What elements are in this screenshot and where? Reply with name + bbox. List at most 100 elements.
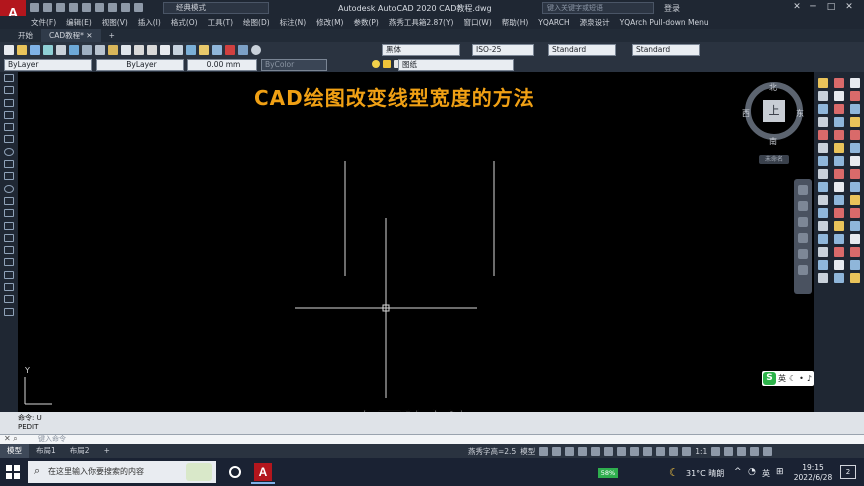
steering-wheel-icon[interactable] <box>798 185 808 195</box>
isodraft-icon[interactable] <box>591 447 601 456</box>
region-icon[interactable] <box>4 270 14 279</box>
navbar-settings-icon[interactable] <box>798 265 808 275</box>
close-tab-icon[interactable]: ✕ <box>86 31 92 40</box>
tool-y-icon[interactable] <box>850 182 860 192</box>
login-button[interactable]: 登录 <box>664 3 680 14</box>
tool-a-icon[interactable] <box>834 78 844 88</box>
design-center-icon[interactable] <box>199 45 209 55</box>
moon-icon[interactable]: ☾ <box>789 374 796 383</box>
insert-block-icon[interactable] <box>4 209 14 218</box>
ime-mode-icon[interactable]: ⊞ <box>776 467 784 477</box>
match-properties-icon[interactable] <box>121 45 131 55</box>
zoom-icon[interactable] <box>173 45 183 55</box>
isolate-icon[interactable] <box>724 447 734 456</box>
pan-icon[interactable] <box>160 45 170 55</box>
stretch-icon[interactable] <box>818 182 828 192</box>
cut-icon[interactable] <box>82 45 92 55</box>
plot-icon[interactable] <box>108 3 117 12</box>
redo-icon[interactable] <box>147 45 157 55</box>
mirror-icon[interactable] <box>818 104 828 114</box>
grid-icon[interactable] <box>539 447 549 456</box>
menu-insert[interactable]: 插入(I) <box>138 17 161 28</box>
revision-cloud-icon[interactable] <box>4 160 14 169</box>
exchange-icon[interactable]: ✕ <box>790 1 804 14</box>
viewcube-top-face[interactable]: 上 <box>763 100 785 122</box>
ime-language[interactable]: 英 <box>778 373 786 384</box>
add-tab-button[interactable]: + <box>101 29 123 42</box>
clean-screen-icon[interactable] <box>750 447 760 456</box>
network-icon[interactable]: ◔ <box>748 467 756 477</box>
plot-style-select[interactable]: ByColor <box>261 59 327 71</box>
tool-d-icon[interactable] <box>834 117 844 127</box>
scale-icon[interactable] <box>818 169 828 179</box>
punctuation-icon[interactable]: • <box>799 374 804 383</box>
tool-ac-icon[interactable] <box>850 234 860 244</box>
tool-k-icon[interactable] <box>834 208 844 218</box>
ime-toolbar[interactable]: S 英 ☾ • ♪ <box>762 371 814 386</box>
menu-file[interactable]: 文件(F) <box>31 17 56 28</box>
linetype-control-select[interactable]: ByLayer <box>96 59 184 71</box>
tool-x-icon[interactable] <box>850 169 860 179</box>
tool-aa-icon[interactable] <box>850 208 860 218</box>
calculator-icon[interactable] <box>238 45 248 55</box>
rectangle-icon[interactable] <box>4 123 14 132</box>
tool-j-icon[interactable] <box>834 195 844 205</box>
minimize-button[interactable]: ─ <box>806 1 820 14</box>
snap-icon[interactable] <box>552 447 562 456</box>
microphone-icon[interactable]: ♪ <box>807 374 812 383</box>
tab-start[interactable]: 开始 <box>10 29 41 42</box>
tab-layout2[interactable]: 布局2 <box>63 444 97 458</box>
orbit-icon[interactable] <box>798 233 808 243</box>
tool-w-icon[interactable] <box>850 156 860 166</box>
add-selected-icon[interactable] <box>4 307 14 316</box>
trim-icon[interactable] <box>818 195 828 205</box>
pan-icon[interactable] <box>798 201 808 211</box>
tool-ab-icon[interactable] <box>850 221 860 231</box>
battery-badge[interactable]: 58% <box>598 468 618 478</box>
multileader-style-select[interactable]: Standard <box>632 44 700 56</box>
windows-start-icon[interactable] <box>6 465 20 479</box>
ortho-icon[interactable] <box>565 447 575 456</box>
tool-r-icon[interactable] <box>850 91 860 101</box>
tool-i-icon[interactable] <box>834 182 844 192</box>
offset-icon[interactable] <box>818 117 828 127</box>
model-space-button[interactable]: 模型 <box>520 446 535 457</box>
tool-g-icon[interactable] <box>834 156 844 166</box>
mtext-icon[interactable] <box>4 295 14 304</box>
layer-select[interactable]: 图纸 <box>398 59 514 71</box>
menu-tools[interactable]: 工具(T) <box>208 17 233 28</box>
menu-yqarch[interactable]: YQARCH <box>538 18 569 27</box>
tool-t-icon[interactable] <box>850 117 860 127</box>
tab-cad-tutorial[interactable]: CAD教程* ✕ <box>41 29 101 42</box>
menu-modify[interactable]: 修改(M) <box>316 17 343 28</box>
drawing-canvas[interactable]: Y <box>18 72 814 412</box>
transparency-icon[interactable] <box>643 447 653 456</box>
spline-icon[interactable] <box>4 172 14 181</box>
command-input[interactable]: 键入命令 <box>38 434 66 444</box>
tray-arrow-icon[interactable]: ^ <box>734 467 742 477</box>
menu-format[interactable]: 格式(O) <box>171 17 198 28</box>
scale-select[interactable]: 1:1 <box>695 447 707 456</box>
construction-line-icon[interactable] <box>4 86 14 95</box>
showmotion-icon[interactable] <box>798 249 808 259</box>
polygon-icon[interactable] <box>4 110 14 119</box>
tool-m-icon[interactable] <box>834 234 844 244</box>
undo-icon[interactable] <box>121 3 130 12</box>
preview-icon[interactable] <box>56 45 66 55</box>
customization-icon[interactable] <box>763 447 773 456</box>
workspace-switch-icon[interactable] <box>682 447 692 456</box>
autocad-taskbar-icon[interactable]: A <box>254 463 272 481</box>
polar-icon[interactable] <box>578 447 588 456</box>
save-as-icon[interactable] <box>69 3 78 12</box>
menu-draw[interactable]: 绘图(D) <box>243 17 270 28</box>
fillet-icon[interactable] <box>818 260 828 270</box>
workspace-select[interactable]: 经典模式 <box>163 2 269 14</box>
tool-f-icon[interactable] <box>834 143 844 153</box>
array-icon[interactable] <box>818 130 828 140</box>
save-icon[interactable] <box>30 45 40 55</box>
undo-icon[interactable] <box>134 45 144 55</box>
menu-dimension[interactable]: 标注(N) <box>280 17 306 28</box>
sogou-logo-icon[interactable]: S <box>763 372 776 385</box>
move-icon[interactable] <box>818 143 828 153</box>
make-block-icon[interactable] <box>4 221 14 230</box>
